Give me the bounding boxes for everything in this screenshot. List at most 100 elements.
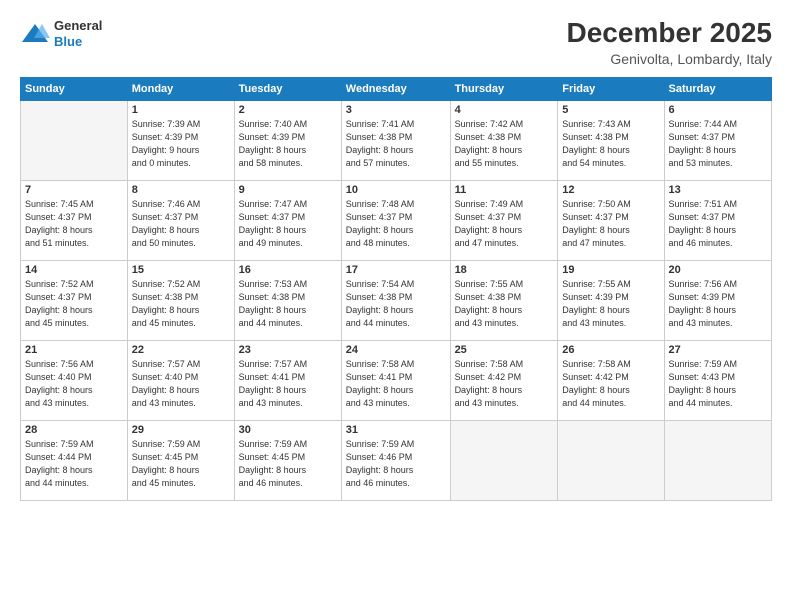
day-info: Sunrise: 7:44 AM Sunset: 4:37 PM Dayligh… xyxy=(669,118,767,170)
day-number: 3 xyxy=(346,104,446,116)
calendar-cell: 25 Sunrise: 7:58 AM Sunset: 4:42 PM Dayli… xyxy=(450,340,558,420)
day-info: Sunrise: 7:55 AM Sunset: 4:38 PM Dayligh… xyxy=(455,278,554,330)
calendar-cell: 1 Sunrise: 7:39 AM Sunset: 4:39 PM Daylig… xyxy=(127,100,234,180)
day-number: 15 xyxy=(132,264,230,276)
calendar-cell: 8Sunrise: 7:46 AM Sunset: 4:37 PM Daylig… xyxy=(127,180,234,260)
day-info: Sunrise: 7:47 AM Sunset: 4:37 PM Dayligh… xyxy=(239,198,337,250)
day-info: Sunrise: 7:49 AM Sunset: 4:37 PM Dayligh… xyxy=(455,198,554,250)
calendar-cell xyxy=(450,420,558,500)
day-number: 5 xyxy=(562,104,659,116)
day-info: Sunrise: 7:57 AM Sunset: 4:40 PM Dayligh… xyxy=(132,358,230,410)
day-number: 18 xyxy=(455,264,554,276)
day-number: 14 xyxy=(25,264,123,276)
day-info: Sunrise: 7:42 AM Sunset: 4:38 PM Dayligh… xyxy=(455,118,554,170)
calendar-cell: 19 Sunrise: 7:55 AM Sunset: 4:39 PM Dayli… xyxy=(558,260,664,340)
day-info: Sunrise: 7:56 AM Sunset: 4:39 PM Dayligh… xyxy=(669,278,767,330)
day-info: Sunrise: 7:56 AM Sunset: 4:40 PM Dayligh… xyxy=(25,358,123,410)
col-header-wednesday: Wednesday xyxy=(341,77,450,100)
calendar-cell: 15Sunrise: 7:52 AM Sunset: 4:38 PM Dayli… xyxy=(127,260,234,340)
calendar-cell: 29Sunrise: 7:59 AM Sunset: 4:45 PM Dayli… xyxy=(127,420,234,500)
day-number: 7 xyxy=(25,184,123,196)
calendar-cell: 13Sunrise: 7:51 AM Sunset: 4:37 PM Dayli… xyxy=(664,180,771,260)
col-header-monday: Monday xyxy=(127,77,234,100)
day-info: Sunrise: 7:54 AM Sunset: 4:38 PM Dayligh… xyxy=(346,278,446,330)
calendar-cell: 14 Sunrise: 7:52 AM Sunset: 4:37 PM Dayli… xyxy=(21,260,128,340)
logo: General Blue xyxy=(20,18,102,49)
col-header-tuesday: Tuesday xyxy=(234,77,341,100)
day-number: 25 xyxy=(455,344,554,356)
month-title: December 2025 xyxy=(567,18,772,49)
calendar: SundayMondayTuesdayWednesdayThursdayFrid… xyxy=(20,77,772,501)
calendar-cell: 28Sunrise: 7:59 AM Sunset: 4:44 PM Dayli… xyxy=(21,420,128,500)
calendar-cell: 2 Sunrise: 7:40 AM Sunset: 4:39 PM Daylig… xyxy=(234,100,341,180)
week-row-3: 21 Sunrise: 7:56 AM Sunset: 4:40 PM Dayli… xyxy=(21,340,772,420)
calendar-header-row: SundayMondayTuesdayWednesdayThursdayFrid… xyxy=(21,77,772,100)
col-header-friday: Friday xyxy=(558,77,664,100)
day-number: 6 xyxy=(669,104,767,116)
logo-line2: Blue xyxy=(54,34,102,50)
day-info: Sunrise: 7:59 AM Sunset: 4:46 PM Dayligh… xyxy=(346,438,446,490)
day-info: Sunrise: 7:59 AM Sunset: 4:43 PM Dayligh… xyxy=(669,358,767,410)
day-info: Sunrise: 7:52 AM Sunset: 4:37 PM Dayligh… xyxy=(25,278,123,330)
calendar-cell: 4Sunrise: 7:42 AM Sunset: 4:38 PM Daylig… xyxy=(450,100,558,180)
page: General Blue December 2025 Genivolta, Lo… xyxy=(0,0,792,612)
calendar-cell: 27 Sunrise: 7:59 AM Sunset: 4:43 PM Dayli… xyxy=(664,340,771,420)
day-number: 22 xyxy=(132,344,230,356)
day-info: Sunrise: 7:40 AM Sunset: 4:39 PM Dayligh… xyxy=(239,118,337,170)
day-number: 11 xyxy=(455,184,554,196)
title-block: December 2025 Genivolta, Lombardy, Italy xyxy=(567,18,772,67)
day-number: 12 xyxy=(562,184,659,196)
calendar-cell xyxy=(21,100,128,180)
day-info: Sunrise: 7:43 AM Sunset: 4:38 PM Dayligh… xyxy=(562,118,659,170)
day-info: Sunrise: 7:48 AM Sunset: 4:37 PM Dayligh… xyxy=(346,198,446,250)
day-info: Sunrise: 7:58 AM Sunset: 4:42 PM Dayligh… xyxy=(562,358,659,410)
col-header-saturday: Saturday xyxy=(664,77,771,100)
day-number: 26 xyxy=(562,344,659,356)
calendar-cell xyxy=(664,420,771,500)
day-number: 2 xyxy=(239,104,337,116)
day-info: Sunrise: 7:58 AM Sunset: 4:42 PM Dayligh… xyxy=(455,358,554,410)
calendar-cell: 20 Sunrise: 7:56 AM Sunset: 4:39 PM Dayli… xyxy=(664,260,771,340)
day-number: 1 xyxy=(132,104,230,116)
calendar-cell: 9Sunrise: 7:47 AM Sunset: 4:37 PM Daylig… xyxy=(234,180,341,260)
week-row-2: 14 Sunrise: 7:52 AM Sunset: 4:37 PM Dayli… xyxy=(21,260,772,340)
day-number: 19 xyxy=(562,264,659,276)
week-row-0: 1 Sunrise: 7:39 AM Sunset: 4:39 PM Daylig… xyxy=(21,100,772,180)
day-info: Sunrise: 7:51 AM Sunset: 4:37 PM Dayligh… xyxy=(669,198,767,250)
day-info: Sunrise: 7:45 AM Sunset: 4:37 PM Dayligh… xyxy=(25,198,123,250)
calendar-cell: 30Sunrise: 7:59 AM Sunset: 4:45 PM Dayli… xyxy=(234,420,341,500)
day-number: 20 xyxy=(669,264,767,276)
calendar-cell: 6 Sunrise: 7:44 AM Sunset: 4:37 PM Daylig… xyxy=(664,100,771,180)
calendar-cell: 26 Sunrise: 7:58 AM Sunset: 4:42 PM Dayli… xyxy=(558,340,664,420)
col-header-thursday: Thursday xyxy=(450,77,558,100)
week-row-1: 7 Sunrise: 7:45 AM Sunset: 4:37 PM Daylig… xyxy=(21,180,772,260)
day-number: 21 xyxy=(25,344,123,356)
week-row-4: 28Sunrise: 7:59 AM Sunset: 4:44 PM Dayli… xyxy=(21,420,772,500)
logo-line1: General xyxy=(54,18,102,34)
day-number: 31 xyxy=(346,424,446,436)
day-info: Sunrise: 7:57 AM Sunset: 4:41 PM Dayligh… xyxy=(239,358,337,410)
calendar-cell: 31 Sunrise: 7:59 AM Sunset: 4:46 PM Dayli… xyxy=(341,420,450,500)
day-info: Sunrise: 7:46 AM Sunset: 4:37 PM Dayligh… xyxy=(132,198,230,250)
day-info: Sunrise: 7:55 AM Sunset: 4:39 PM Dayligh… xyxy=(562,278,659,330)
calendar-cell: 7 Sunrise: 7:45 AM Sunset: 4:37 PM Daylig… xyxy=(21,180,128,260)
calendar-cell: 21 Sunrise: 7:56 AM Sunset: 4:40 PM Dayli… xyxy=(21,340,128,420)
calendar-cell: 18 Sunrise: 7:55 AM Sunset: 4:38 PM Dayli… xyxy=(450,260,558,340)
day-number: 29 xyxy=(132,424,230,436)
logo-icon xyxy=(20,22,50,46)
calendar-cell: 16Sunrise: 7:53 AM Sunset: 4:38 PM Dayli… xyxy=(234,260,341,340)
day-info: Sunrise: 7:50 AM Sunset: 4:37 PM Dayligh… xyxy=(562,198,659,250)
day-number: 27 xyxy=(669,344,767,356)
day-number: 10 xyxy=(346,184,446,196)
day-number: 16 xyxy=(239,264,337,276)
day-number: 24 xyxy=(346,344,446,356)
day-info: Sunrise: 7:39 AM Sunset: 4:39 PM Dayligh… xyxy=(132,118,230,170)
day-info: Sunrise: 7:41 AM Sunset: 4:38 PM Dayligh… xyxy=(346,118,446,170)
calendar-cell: 24 Sunrise: 7:58 AM Sunset: 4:41 PM Dayli… xyxy=(341,340,450,420)
logo-text: General Blue xyxy=(54,18,102,49)
calendar-cell: 12 Sunrise: 7:50 AM Sunset: 4:37 PM Dayli… xyxy=(558,180,664,260)
day-info: Sunrise: 7:59 AM Sunset: 4:45 PM Dayligh… xyxy=(239,438,337,490)
day-info: Sunrise: 7:58 AM Sunset: 4:41 PM Dayligh… xyxy=(346,358,446,410)
header: General Blue December 2025 Genivolta, Lo… xyxy=(20,18,772,67)
day-info: Sunrise: 7:59 AM Sunset: 4:44 PM Dayligh… xyxy=(25,438,123,490)
